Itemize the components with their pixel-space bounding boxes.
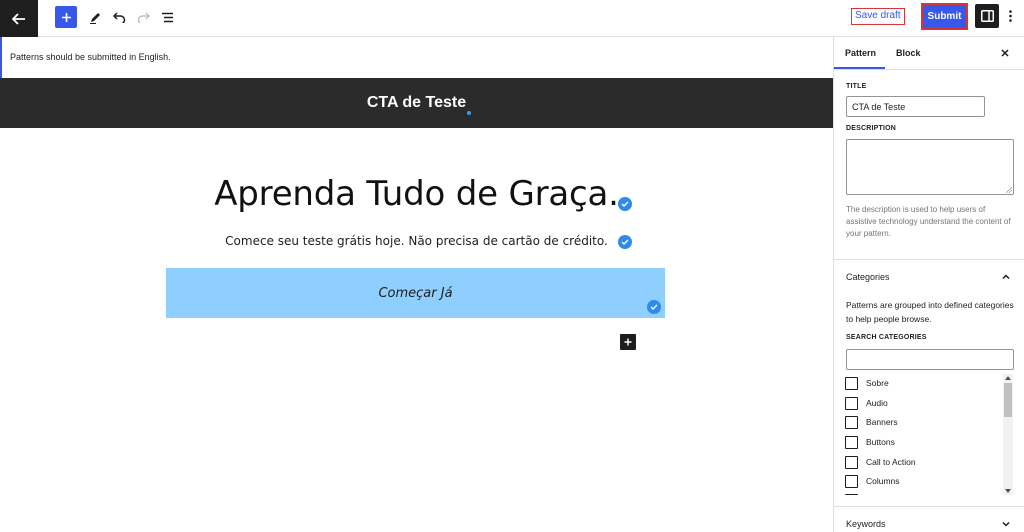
- tools-button[interactable]: [83, 6, 107, 28]
- headline-heading[interactable]: Aprenda Tudo de Graça.: [0, 174, 833, 214]
- add-block-button[interactable]: [55, 6, 77, 28]
- checkbox[interactable]: [845, 455, 858, 469]
- save-draft-button[interactable]: Save draft: [851, 8, 905, 25]
- close-icon[interactable]: [1000, 48, 1010, 58]
- subtext-paragraph[interactable]: Comece seu teste grátis hoje. Não precis…: [0, 234, 833, 248]
- categories-help-text: Patterns are grouped into defined catego…: [846, 300, 1014, 324]
- redo-icon: [137, 11, 150, 23]
- category-label: Audio: [866, 398, 888, 408]
- tab-pattern[interactable]: Pattern: [845, 37, 876, 70]
- check-icon: [618, 197, 632, 211]
- undo-icon: [112, 11, 125, 23]
- category-item[interactable]: Audio: [845, 396, 888, 410]
- keywords-panel-title[interactable]: Keywords: [846, 519, 886, 529]
- category-label: Sobre: [866, 378, 889, 388]
- search-categories-input[interactable]: [846, 349, 1014, 370]
- category-item[interactable]: Buttons: [845, 435, 895, 449]
- category-label: Buttons: [866, 437, 895, 447]
- divider: [834, 259, 1024, 260]
- category-label: Banners: [866, 417, 898, 427]
- editor-canvas: CTA de Teste Aprenda Tudo de Graça. Come…: [0, 78, 833, 532]
- redo-button[interactable]: [131, 6, 155, 28]
- plus-icon: [624, 338, 632, 346]
- cta-button-text[interactable]: Começar Já: [378, 286, 452, 301]
- back-button[interactable]: [0, 0, 38, 37]
- checkbox[interactable]: [845, 415, 858, 429]
- category-list: Sobre Audio Banners Buttons Call to Acti…: [845, 374, 1014, 495]
- tab-block[interactable]: Block: [896, 37, 921, 70]
- options-menu-button[interactable]: [1003, 4, 1017, 28]
- cursor-dot: [467, 111, 471, 115]
- category-list-scrollbar[interactable]: [1003, 374, 1013, 495]
- pen-icon: [89, 12, 100, 24]
- plus-icon: [61, 12, 71, 22]
- submit-button[interactable]: Submit: [921, 3, 968, 30]
- cta-button-block[interactable]: Começar Já: [166, 268, 665, 318]
- undo-button[interactable]: [107, 6, 131, 28]
- title-input[interactable]: CTA de Teste: [846, 96, 985, 117]
- search-categories-label: SEARCH CATEGORIES: [846, 334, 927, 341]
- chevron-down-icon[interactable]: [1001, 519, 1011, 529]
- more-vertical-icon: [1008, 10, 1012, 22]
- category-label: Columns: [866, 476, 900, 486]
- settings-toggle-button[interactable]: [975, 4, 999, 28]
- scroll-thumb[interactable]: [1004, 383, 1012, 417]
- sidebar-tabs: Pattern Block: [834, 37, 1024, 70]
- list-view-icon: [161, 12, 173, 22]
- check-icon: [618, 235, 632, 249]
- notice-banner: Patterns should be submitted in English.: [0, 37, 833, 78]
- description-textarea[interactable]: [846, 139, 1014, 195]
- category-item[interactable]: Sobre: [845, 376, 889, 390]
- category-label: Call to Action: [866, 457, 916, 467]
- category-item[interactable]: Columns: [845, 474, 900, 488]
- editor-toolbar: Save draft Submit: [0, 0, 1024, 37]
- sidebar-icon: [980, 10, 994, 22]
- description-label: DESCRIPTION: [846, 125, 897, 132]
- category-item[interactable]: [845, 493, 866, 495]
- checkbox[interactable]: [845, 396, 858, 410]
- resize-handle-icon[interactable]: [1006, 187, 1012, 193]
- active-tab-indicator: [834, 67, 885, 69]
- divider: [834, 506, 1024, 507]
- categories-panel-title[interactable]: Categories: [846, 272, 890, 282]
- checkbox[interactable]: [845, 376, 858, 390]
- settings-sidebar: Pattern Block TITLE CTA de Teste DESCRIP…: [833, 37, 1024, 532]
- block-inserter-button[interactable]: [620, 334, 636, 350]
- pattern-header[interactable]: CTA de Teste: [0, 78, 833, 128]
- scroll-up-arrow[interactable]: [1005, 376, 1011, 380]
- checkbox[interactable]: [845, 474, 858, 488]
- back-arrow-icon: [12, 12, 25, 25]
- header-title[interactable]: CTA de Teste: [367, 94, 466, 111]
- category-item[interactable]: Call to Action: [845, 455, 916, 469]
- scroll-down-arrow[interactable]: [1005, 489, 1011, 493]
- title-label: TITLE: [846, 83, 867, 90]
- category-item[interactable]: Banners: [845, 415, 898, 429]
- chevron-up-icon[interactable]: [1001, 272, 1011, 282]
- check-icon: [647, 300, 661, 314]
- checkbox[interactable]: [845, 493, 858, 495]
- checkbox[interactable]: [845, 435, 858, 449]
- list-view-button[interactable]: [155, 6, 179, 28]
- description-help-text: The description is used to help users of…: [846, 205, 1011, 238]
